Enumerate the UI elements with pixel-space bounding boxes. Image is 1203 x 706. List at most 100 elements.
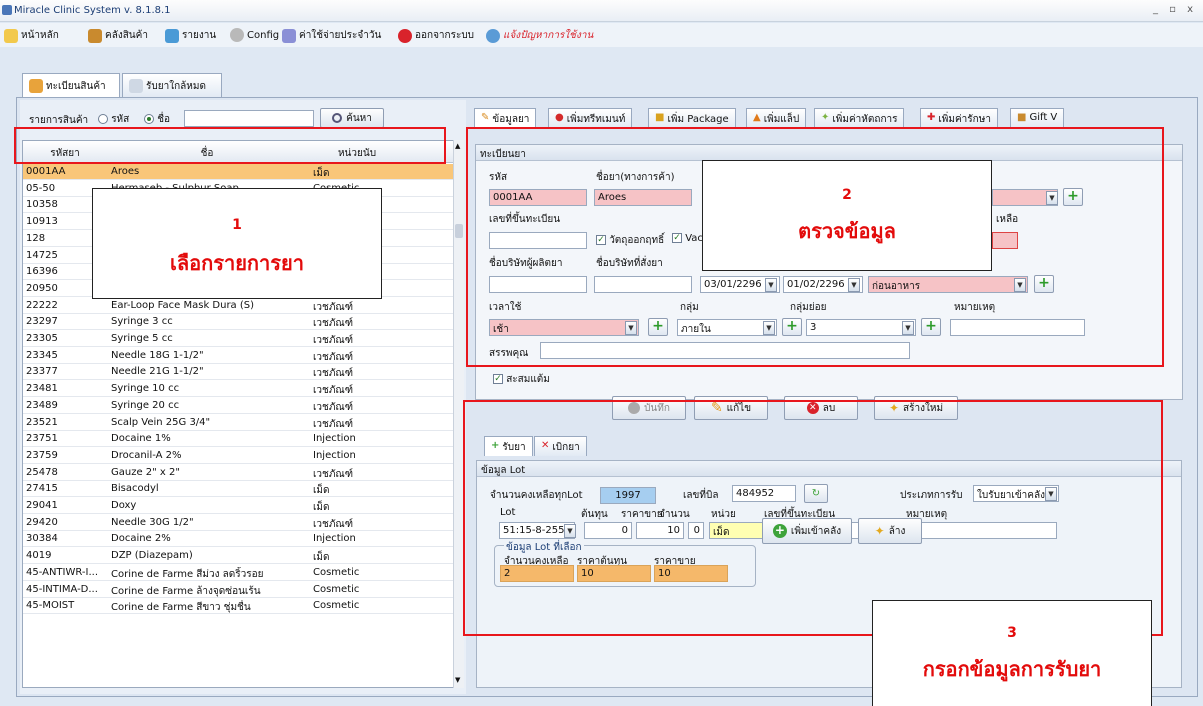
menu-home[interactable]: หน้าหลัก xyxy=(4,28,59,43)
table-row[interactable]: 29420 Needle 30G 1/2" เวชภัณฑ์ xyxy=(23,515,453,531)
cell-name: Needle 21G 1-1/2" xyxy=(111,366,204,378)
box-icon xyxy=(88,28,102,43)
pill-icon: ● xyxy=(555,112,564,123)
table-row[interactable]: 22222 Ear-Loop Face Mask Dura (S) เวชภัณฑ์ xyxy=(23,298,453,314)
highlight-box-1 xyxy=(14,127,446,164)
cell-name: Syringe 20 cc xyxy=(111,399,180,411)
table-row[interactable]: 23345 Needle 18G 1-1/2" เวชภัณฑ์ xyxy=(23,348,453,364)
tab-add-procedure[interactable]: ✦ เพิ่มค่าหัตถการ xyxy=(814,108,905,128)
callout-2-text: ตรวจข้อมูล xyxy=(798,219,896,243)
cell-name: Gauze 2" x 2" xyxy=(111,466,180,478)
home-icon xyxy=(4,28,18,43)
table-row[interactable]: 30384 Docaine 2% Injection xyxy=(23,531,453,548)
radio-name[interactable]: ชื่อ xyxy=(144,112,170,127)
table-row[interactable]: 4019 DZP (Diazepam) เม็ด xyxy=(23,548,453,565)
cell-name: Bisacodyl xyxy=(111,483,159,495)
tab-add-treatment[interactable]: ● เพิ่มทรีทเมนท์ xyxy=(548,108,633,128)
fee-icon: ✚ xyxy=(927,112,936,123)
table-row[interactable]: 29041 Doxy เม็ด xyxy=(23,498,453,514)
table-row[interactable]: 45-ANTIWR-I... Corine de Farme สีม่วง ลดร… xyxy=(23,565,453,581)
tab-drug-info[interactable]: ✎ ข้อมูลยา xyxy=(474,108,537,128)
accumulate-check-box[interactable]: ✓ xyxy=(493,374,503,384)
expense-icon xyxy=(282,28,296,43)
tab-gift-voucher[interactable]: ■ Gift V xyxy=(1010,108,1065,128)
table-row[interactable]: 23377 Needle 21G 1-1/2" เวชภัณฑ์ xyxy=(23,364,453,381)
cell-name: Needle 18G 1-1/2" xyxy=(111,349,204,361)
radio-code-circle[interactable] xyxy=(98,114,108,124)
menu-report-problem[interactable]: แจ้งปัญหาการใช้งาน xyxy=(486,28,593,43)
cell-code: 29041 xyxy=(26,500,58,511)
radio-code[interactable]: รหัส xyxy=(98,112,129,127)
cell-name: Corine de Farme สีม่วง ลดริ้วรอย xyxy=(111,568,264,580)
cell-name: Syringe 10 cc xyxy=(111,383,180,395)
menu-config[interactable]: Config xyxy=(230,28,279,42)
cell-code: 45-INTIMA-D... xyxy=(26,583,98,595)
cell-code: 29420 xyxy=(26,516,58,528)
menu-daily-expense[interactable]: ค่าใช้จ่ายประจำวัน xyxy=(282,28,381,43)
gear-icon xyxy=(230,28,244,42)
callout-2: 2 ตรวจข้อมูล xyxy=(702,160,992,271)
table-row[interactable]: 0001AA Aroes เม็ด xyxy=(23,164,453,180)
tab-add-package[interactable]: ■ เพิ่ม Package xyxy=(648,108,736,128)
cell-unit: Cosmetic xyxy=(313,566,360,578)
table-row[interactable]: 23521 Scalp Vein 25G 3/4" เวชภัณฑ์ xyxy=(23,415,453,431)
cell-unit: เม็ด xyxy=(313,168,330,179)
tab-near-empty[interactable]: รับยาใกล้หมด xyxy=(122,73,222,97)
cell-code: 4019 xyxy=(26,550,52,562)
cell-name: Ear-Loop Face Mask Dura (S) xyxy=(111,299,255,311)
cell-code: 27415 xyxy=(26,483,58,495)
table-row[interactable]: 23759 Drocanil-A 2% Injection xyxy=(23,448,453,464)
search-input[interactable] xyxy=(184,110,314,127)
cell-unit: เม็ด xyxy=(313,502,330,513)
menu-report[interactable]: รายงาน xyxy=(165,28,216,43)
tab-product-register[interactable]: ทะเบียนสินค้า xyxy=(22,73,120,97)
accumulate-points-checkbox[interactable]: ✓ สะสมแต้ม xyxy=(493,372,550,387)
cell-unit: Cosmetic xyxy=(313,600,360,612)
cell-unit: เวชภัณฑ์ xyxy=(313,418,353,430)
window-title: Miracle Clinic System v. 8.1.8.1 xyxy=(14,5,171,16)
table-row[interactable]: 27415 Bisacodyl เม็ด xyxy=(23,481,453,498)
cell-unit: Injection xyxy=(313,433,356,445)
callout-1-text: เลือกรายการยา xyxy=(170,251,304,275)
table-row[interactable]: 45-INTIMA-D... Corine de Farme ล้างจุดซ่อ… xyxy=(23,582,453,598)
cell-name: Syringe 5 cc xyxy=(111,333,173,344)
cell-code: 23297 xyxy=(26,316,58,328)
table-row[interactable]: 25478 Gauze 2" x 2" เวชภัณฑ์ xyxy=(23,465,453,481)
right-tabs: ✎ ข้อมูลยา ● เพิ่มทรีทเมนท์ ■ เพิ่ม Package… xyxy=(470,108,1190,128)
scroll-up-icon[interactable]: ▲ xyxy=(455,142,460,150)
cell-unit: เวชภัณฑ์ xyxy=(313,368,353,380)
cell-unit: เวชภัณฑ์ xyxy=(313,335,353,346)
search-button[interactable]: ค้นหา xyxy=(320,108,384,128)
tab-add-fee[interactable]: ✚ เพิ่มค่ารักษา xyxy=(920,108,998,128)
power-icon xyxy=(398,28,412,43)
table-row[interactable]: 23489 Syringe 20 cc เวชภัณฑ์ xyxy=(23,398,453,414)
menu-logout[interactable]: ออกจากระบบ xyxy=(398,28,474,43)
procedure-icon: ✦ xyxy=(821,112,830,123)
table-icon xyxy=(29,79,43,93)
cell-name: Needle 30G 1/2" xyxy=(111,516,194,528)
table-row[interactable]: 23297 Syringe 3 cc เวชภัณฑ์ xyxy=(23,314,453,331)
cell-code: 30384 xyxy=(26,533,58,545)
radio-name-circle[interactable] xyxy=(144,114,154,124)
cell-code: 23305 xyxy=(26,333,58,344)
callout-3-number: 3 xyxy=(1007,625,1017,641)
cell-name: Syringe 3 cc xyxy=(111,316,173,328)
table-row[interactable]: 23751 Docaine 1% Injection xyxy=(23,431,453,448)
cell-code: 45-ANTIWR-I... xyxy=(26,566,99,578)
chart-icon xyxy=(165,28,179,43)
table-row[interactable]: 23305 Syringe 5 cc เวชภัณฑ์ xyxy=(23,331,453,347)
table-row[interactable]: 23481 Syringe 10 cc เวชภัณฑ์ xyxy=(23,381,453,398)
scroll-down-icon[interactable]: ▼ xyxy=(455,676,460,684)
cell-code: 23489 xyxy=(26,399,58,411)
window-controls[interactable]: _ ▫ x xyxy=(1153,4,1197,15)
tab-add-lab[interactable]: ▲ เพิ่มแล็ป xyxy=(746,108,807,128)
table-row[interactable]: 45-MOIST Corine de Farme สีขาว ชุ่มชื่น Co… xyxy=(23,598,453,615)
cell-name: Aroes xyxy=(111,166,140,177)
cell-unit: เม็ด xyxy=(313,485,330,497)
lab-icon: ▲ xyxy=(753,112,761,123)
scroll-thumb[interactable] xyxy=(455,224,463,238)
menu-inventory[interactable]: คลังสินค้า xyxy=(88,28,148,43)
cell-unit: เวชภัณฑ์ xyxy=(313,351,353,363)
menu-bar: หน้าหลัก คลังสินค้า รายงาน Config ค่าใช้… xyxy=(0,23,1203,47)
gift-icon: ■ xyxy=(1017,112,1027,123)
